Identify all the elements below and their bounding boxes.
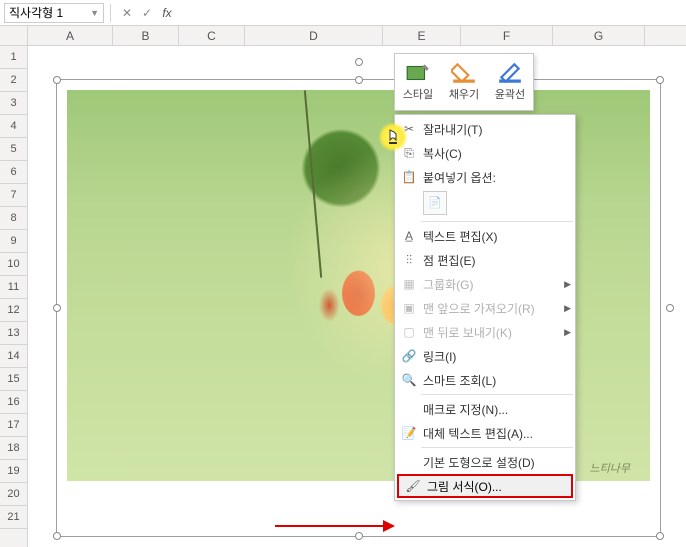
row-header[interactable]: 4 bbox=[0, 115, 27, 138]
row-header[interactable]: 16 bbox=[0, 391, 27, 414]
rotation-handle[interactable] bbox=[355, 58, 363, 66]
selection-handle[interactable] bbox=[53, 304, 61, 312]
dropdown-arrow-icon[interactable]: ▼ bbox=[90, 8, 99, 18]
separator bbox=[421, 221, 573, 222]
menu-send-back: ▢ 맨 뒤로 보내기(K) ▶ bbox=[395, 320, 575, 344]
points-icon: ⫶⫶ bbox=[399, 251, 419, 269]
selection-handle[interactable] bbox=[666, 304, 674, 312]
fx-icon[interactable]: fx bbox=[157, 3, 177, 23]
menu-format-picture[interactable]: 🖌 그림 서식(O)... bbox=[397, 474, 573, 498]
style-icon bbox=[405, 62, 431, 84]
row-header[interactable]: 12 bbox=[0, 299, 27, 322]
col-header[interactable]: G bbox=[553, 26, 645, 45]
selection-handle[interactable] bbox=[53, 76, 61, 84]
selection-handle[interactable] bbox=[355, 76, 363, 84]
row-header[interactable]: 15 bbox=[0, 368, 27, 391]
fill-label: 채우기 bbox=[449, 86, 479, 102]
row-header[interactable]: 20 bbox=[0, 483, 27, 506]
row-header[interactable]: 9 bbox=[0, 230, 27, 253]
row-header[interactable]: 13 bbox=[0, 322, 27, 345]
format-icon: 🖌 bbox=[403, 477, 423, 495]
row-header[interactable]: 14 bbox=[0, 345, 27, 368]
cancel-icon[interactable]: ✕ bbox=[117, 3, 137, 23]
row-header[interactable]: 7 bbox=[0, 184, 27, 207]
menu-alt-text[interactable]: 📝 대체 텍스트 편집(A)... bbox=[395, 421, 575, 445]
alt-text-icon: 📝 bbox=[399, 424, 419, 442]
context-menu: ✂ 잘라내기(T) ⎘ 복사(C) 📋 붙여넣기 옵션: 📄 A̲ 텍스트 편집… bbox=[394, 114, 576, 501]
col-header[interactable]: A bbox=[28, 26, 113, 45]
divider bbox=[110, 4, 111, 22]
row-header[interactable]: 6 bbox=[0, 161, 27, 184]
row-header[interactable]: 3 bbox=[0, 92, 27, 115]
outline-icon bbox=[497, 62, 523, 84]
selection-handle[interactable] bbox=[53, 532, 61, 540]
default-shape-icon bbox=[399, 453, 419, 471]
menu-edit-text[interactable]: A̲ 텍스트 편집(X) bbox=[395, 224, 575, 248]
clipboard-icon: 📋 bbox=[399, 168, 419, 186]
send-back-icon: ▢ bbox=[399, 323, 419, 341]
red-arrow-annotation bbox=[275, 516, 395, 536]
col-header[interactable]: B bbox=[113, 26, 179, 45]
row-header[interactable]: 5 bbox=[0, 138, 27, 161]
macro-icon bbox=[399, 400, 419, 418]
select-all-corner[interactable] bbox=[0, 26, 28, 45]
outline-label: 윤곽선 bbox=[495, 86, 525, 102]
text-icon: A̲ bbox=[399, 227, 419, 245]
style-button[interactable]: 스타일 bbox=[395, 54, 441, 110]
menu-copy[interactable]: ⎘ 복사(C) bbox=[395, 141, 575, 165]
separator bbox=[421, 447, 573, 448]
row-header[interactable]: 19 bbox=[0, 460, 27, 483]
row-header[interactable]: 18 bbox=[0, 437, 27, 460]
fill-button[interactable]: 채우기 bbox=[441, 54, 487, 110]
enter-icon[interactable]: ✓ bbox=[137, 3, 157, 23]
mini-toolbar: 스타일 채우기 윤곽선 bbox=[394, 53, 534, 111]
col-header[interactable]: D bbox=[245, 26, 383, 45]
menu-edit-points[interactable]: ⫶⫶ 점 편집(E) bbox=[395, 248, 575, 272]
menu-smart-lookup[interactable]: 🔍 스마트 조회(L) bbox=[395, 368, 575, 392]
search-icon: 🔍 bbox=[399, 371, 419, 389]
menu-cut[interactable]: ✂ 잘라내기(T) bbox=[395, 117, 575, 141]
col-header[interactable]: F bbox=[461, 26, 553, 45]
style-label: 스타일 bbox=[403, 86, 433, 102]
submenu-arrow-icon: ▶ bbox=[564, 303, 571, 314]
outline-button[interactable]: 윤곽선 bbox=[487, 54, 533, 110]
branch-graphic bbox=[304, 90, 322, 277]
column-headers: A B C D E F G bbox=[0, 26, 686, 46]
col-header[interactable]: C bbox=[179, 26, 245, 45]
submenu-arrow-icon: ▶ bbox=[564, 279, 571, 290]
separator bbox=[421, 394, 573, 395]
row-header[interactable]: 1 bbox=[0, 46, 27, 69]
row-header[interactable]: 21 bbox=[0, 506, 27, 529]
cursor-icon bbox=[384, 128, 402, 153]
spreadsheet: A B C D E F G 1 2 3 4 5 6 7 8 9 10 11 12… bbox=[0, 26, 686, 547]
paste-option-buttons: 📄 bbox=[395, 189, 575, 219]
row-header[interactable]: 11 bbox=[0, 276, 27, 299]
group-icon: ▦ bbox=[399, 275, 419, 293]
row-headers: 1 2 3 4 5 6 7 8 9 10 11 12 13 14 15 16 1… bbox=[0, 46, 28, 547]
selection-handle[interactable] bbox=[656, 76, 664, 84]
col-header[interactable]: E bbox=[383, 26, 461, 45]
link-icon: 🔗 bbox=[399, 347, 419, 365]
menu-link[interactable]: 🔗 링크(I) bbox=[395, 344, 575, 368]
menu-set-default[interactable]: 기본 도형으로 설정(D) bbox=[395, 450, 575, 474]
submenu-arrow-icon: ▶ bbox=[564, 327, 571, 338]
row-header[interactable]: 2 bbox=[0, 69, 27, 92]
fill-icon bbox=[451, 62, 477, 84]
name-box-text: 직사각형 1 bbox=[9, 4, 63, 21]
watermark: 느티나무 bbox=[590, 460, 630, 476]
paste-button[interactable]: 📄 bbox=[423, 191, 447, 215]
menu-assign-macro[interactable]: 매크로 지정(N)... bbox=[395, 397, 575, 421]
selection-handle[interactable] bbox=[656, 532, 664, 540]
menu-group: ▦ 그룹화(G) ▶ bbox=[395, 272, 575, 296]
name-box[interactable]: 직사각형 1 ▼ bbox=[4, 3, 104, 23]
bring-front-icon: ▣ bbox=[399, 299, 419, 317]
menu-paste-options: 📋 붙여넣기 옵션: bbox=[395, 165, 575, 189]
row-header[interactable]: 8 bbox=[0, 207, 27, 230]
formula-bar: 직사각형 1 ▼ ✕ ✓ fx bbox=[0, 0, 686, 26]
row-header[interactable]: 10 bbox=[0, 253, 27, 276]
row-header[interactable]: 17 bbox=[0, 414, 27, 437]
menu-bring-front: ▣ 맨 앞으로 가져오기(R) ▶ bbox=[395, 296, 575, 320]
